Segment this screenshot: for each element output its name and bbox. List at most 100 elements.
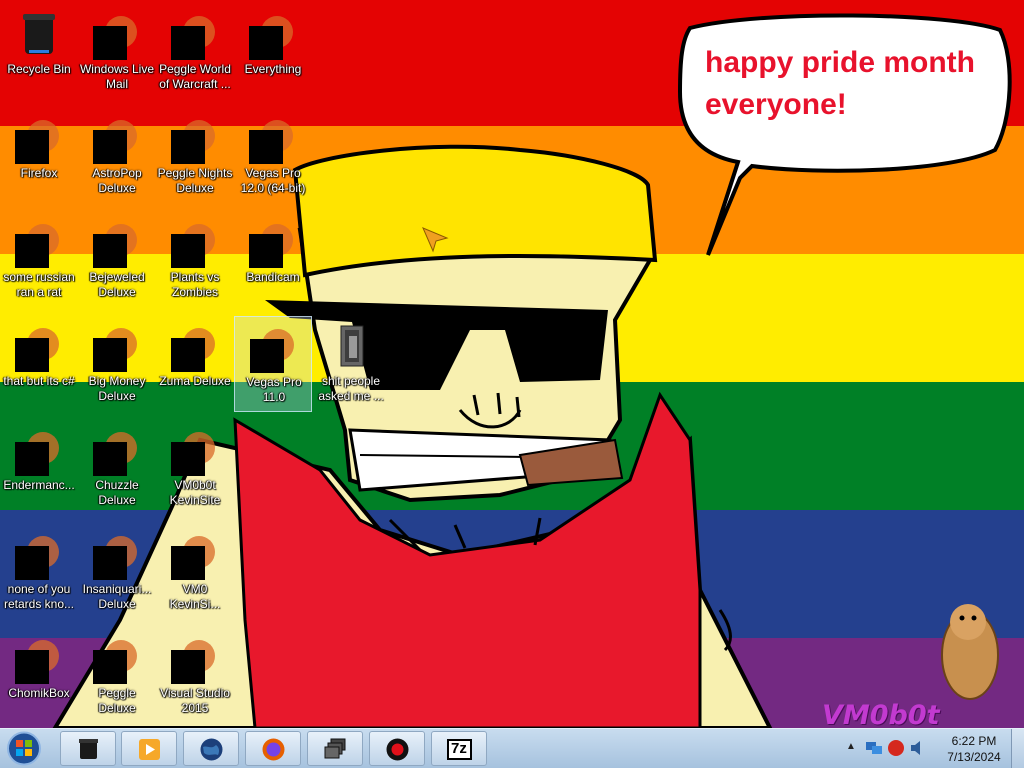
desktop-icon-label: none of you retards kno... xyxy=(3,582,75,611)
censor-block xyxy=(15,650,49,684)
desktop-icon-label: Big Money Deluxe xyxy=(88,374,146,403)
censor-block xyxy=(93,650,127,684)
censor-block xyxy=(93,130,127,164)
play-icon xyxy=(136,736,163,763)
tray-speaker-icon[interactable] xyxy=(908,738,928,758)
taskbar-7zip-button[interactable]: 7z xyxy=(431,731,487,766)
desktop-icon-label: Vegas Pro 12.0 (64-bit) xyxy=(240,166,306,195)
desktop-icon-label: Bandicam xyxy=(246,270,300,284)
tray-bandicam-icon[interactable] xyxy=(886,738,906,758)
desktop-icon-label: ChomikBox xyxy=(8,686,70,700)
globe-icon xyxy=(198,736,225,763)
folder-icon xyxy=(327,322,375,370)
censor-block xyxy=(93,338,127,372)
desktop-icon[interactable]: Big Money Deluxe xyxy=(78,316,156,412)
show-desktop-button[interactable] xyxy=(1011,729,1024,768)
desktop-icon[interactable]: Everything xyxy=(234,4,312,100)
tray-network-icon[interactable] xyxy=(864,738,884,758)
recycle-bin-icon xyxy=(75,736,102,763)
desktop-icon[interactable]: Bandicam xyxy=(234,212,312,308)
censor-block xyxy=(250,339,284,373)
recycle-bin-icon xyxy=(15,10,63,58)
desktop-icon-label: Endermanc... xyxy=(3,478,75,492)
censor-block xyxy=(249,130,283,164)
desktop-icon-label: Peggle World of Warcraft ... xyxy=(159,62,231,91)
desktop-icon[interactable]: Plants vs Zombies xyxy=(156,212,234,308)
censor-block xyxy=(171,234,205,268)
desktop-icon[interactable]: ChomikBox xyxy=(0,628,78,724)
censor-block xyxy=(93,442,127,476)
desktop-icon[interactable]: Recycle Bin xyxy=(0,4,78,100)
show-hidden-icons-button[interactable]: ▲ xyxy=(846,741,856,755)
desktop-icon-label: Chuzzle Deluxe xyxy=(95,478,139,507)
watermark-text: VM0b0t xyxy=(822,700,940,728)
desktop-icon[interactable]: Peggle Deluxe xyxy=(78,628,156,724)
censor-block xyxy=(171,650,205,684)
desktop-icon[interactable]: Chuzzle Deluxe xyxy=(78,420,156,516)
7zip-label: 7z xyxy=(451,740,467,757)
start-button[interactable] xyxy=(4,730,44,767)
desktop-icon[interactable]: Zuma Deluxe xyxy=(156,316,234,412)
censor-block xyxy=(15,546,49,580)
censor-block xyxy=(171,26,205,60)
desktop-icon-label: VM0b0t KevinSite xyxy=(169,478,221,507)
censor-block xyxy=(93,546,127,580)
desktop-icon[interactable]: Windows Live Mail xyxy=(78,4,156,100)
window-stack-icon xyxy=(322,736,349,763)
taskbar-media-player-button[interactable] xyxy=(121,731,177,766)
taskbar-window-stack-button[interactable] xyxy=(307,731,363,766)
desktop-icon-label: Vegas Pro 11.0 xyxy=(246,375,302,404)
desktop-icon[interactable]: AstroPop Deluxe xyxy=(78,108,156,204)
taskbar: 7z ▲ 6:22 PM 7/13/2024 xyxy=(0,728,1024,768)
desktop-icon[interactable]: VM0 KevinSi... xyxy=(156,524,234,620)
desktop-icon[interactable]: Bejeweled Deluxe xyxy=(78,212,156,308)
desktop-icon-label: Firefox xyxy=(20,166,58,180)
censor-block xyxy=(15,130,49,164)
desktop-icon[interactable]: Vegas Pro 11.0 xyxy=(234,316,312,412)
desktop-icon-label: Plants vs Zombies xyxy=(170,270,220,299)
desktop-icon[interactable]: none of you retards kno... xyxy=(0,524,78,620)
taskbar-recycle-bin-button[interactable] xyxy=(60,731,116,766)
censor-block xyxy=(249,26,283,60)
taskbar-bandicam-button[interactable] xyxy=(369,731,425,766)
desktop[interactable]: happy pride month everyone! VM0b0t Recyc… xyxy=(0,0,1024,728)
speech-bubble-text: happy pride month everyone! xyxy=(705,46,975,121)
clock-date: 7/13/2024 xyxy=(947,750,1001,764)
censor-block xyxy=(171,130,205,164)
desktop-icon[interactable]: Peggle Nights Deluxe xyxy=(156,108,234,204)
desktop-icon[interactable]: Insaniquari... Deluxe xyxy=(78,524,156,620)
desktop-icon-label: Recycle Bin xyxy=(7,62,71,76)
desktop-icon-label: shit people asked me ... xyxy=(318,374,384,403)
censor-block xyxy=(93,26,127,60)
desktop-icon-label: Visual Studio 2015 xyxy=(160,686,230,715)
desktop-icon[interactable]: that but its c# xyxy=(0,316,78,412)
taskbar-firefox-button[interactable] xyxy=(245,731,301,766)
desktop-icon-label: AstroPop Deluxe xyxy=(92,166,142,195)
desktop-icon[interactable]: Endermanc... xyxy=(0,420,78,516)
desktop-icon[interactable]: Vegas Pro 12.0 (64-bit) xyxy=(234,108,312,204)
desktop-icon[interactable]: shit people asked me ... xyxy=(312,316,390,412)
system-clock[interactable]: 6:22 PM 7/13/2024 xyxy=(932,733,1016,765)
firefox-icon xyxy=(260,736,287,763)
censor-block xyxy=(93,234,127,268)
desktop-icon[interactable]: some russian ran a rat xyxy=(0,212,78,308)
desktop-icon[interactable]: Visual Studio 2015 xyxy=(156,628,234,724)
desktop-icon-label: Insaniquari... Deluxe xyxy=(82,582,152,611)
desktop-icon-label: Everything xyxy=(244,62,302,76)
desktop-icon-label: Bejeweled Deluxe xyxy=(89,270,145,299)
censor-block xyxy=(249,234,283,268)
desktop-icon[interactable]: VM0b0t KevinSite xyxy=(156,420,234,516)
desktop-icon-label: Peggle Deluxe xyxy=(98,686,136,715)
character-hat xyxy=(292,144,658,278)
desktop-icon-label: VM0 KevinSi... xyxy=(169,582,221,611)
record-icon xyxy=(384,736,411,763)
censor-block xyxy=(171,442,205,476)
desktop-icon[interactable]: Firefox xyxy=(0,108,78,204)
desktop-icon-label: Zuma Deluxe xyxy=(159,374,231,388)
clock-time: 6:22 PM xyxy=(951,734,997,748)
censor-block xyxy=(15,338,49,372)
desktop-icon-label: that but its c# xyxy=(3,374,75,388)
censor-block xyxy=(15,442,49,476)
taskbar-globe-button[interactable] xyxy=(183,731,239,766)
desktop-icon[interactable]: Peggle World of Warcraft ... xyxy=(156,4,234,100)
